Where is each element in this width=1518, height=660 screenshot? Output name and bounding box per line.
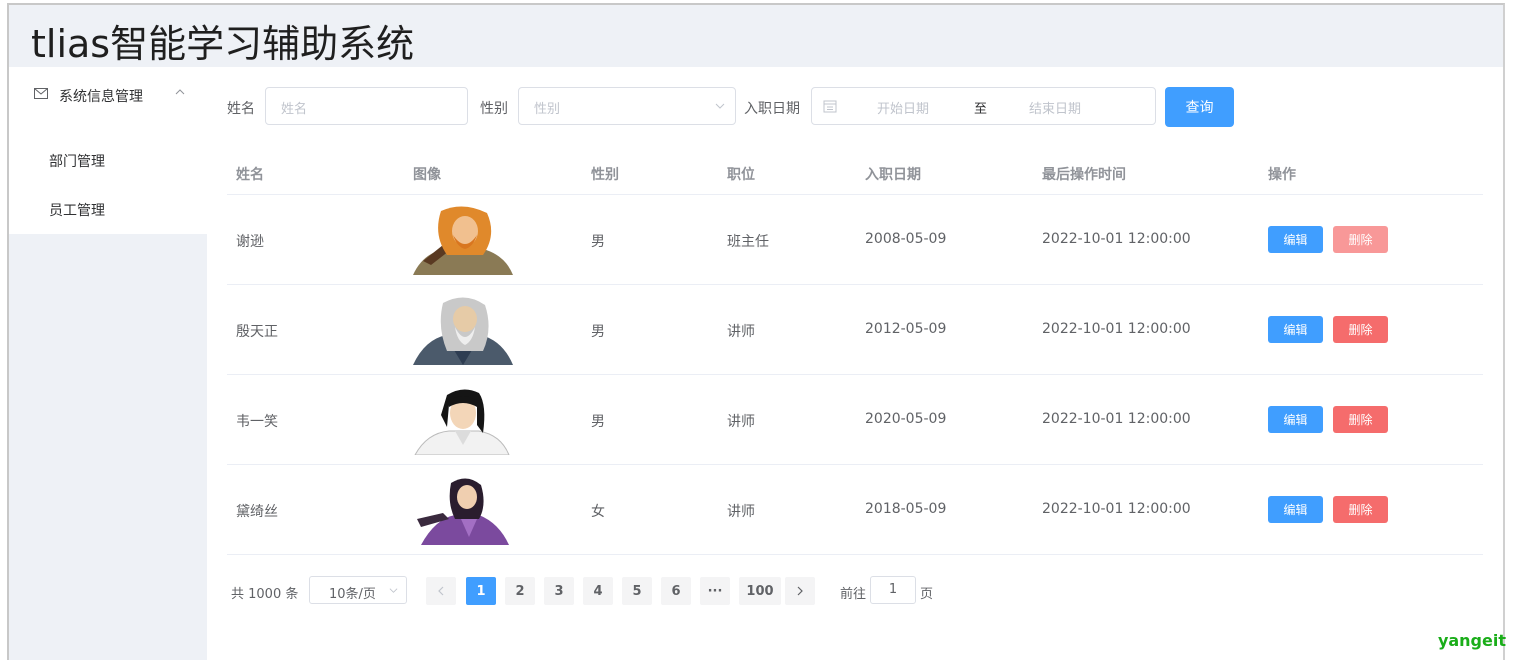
th-actions: 操作 [1268, 167, 1296, 183]
pagination-total: 共 1000 条 [231, 587, 299, 602]
date-range-picker[interactable]: 开始日期 至 结束日期 [811, 87, 1156, 125]
table-row: 殷天正 男 讲师 2012-05-09 2022-10-01 12:00:00 … [227, 285, 1483, 375]
sidebar-item-dept[interactable]: 部门管理 [49, 151, 105, 171]
gender-select[interactable]: 性别 [518, 87, 736, 125]
sidebar: 系统信息管理 部门管理 员工管理 [9, 67, 207, 660]
gender-placeholder: 性别 [534, 102, 561, 117]
table-header: 姓名 图像 性别 职位 入职日期 最后操作时间 操作 [227, 151, 1483, 195]
cell-gender: 男 [591, 324, 605, 340]
th-entry-date: 入职日期 [865, 167, 921, 183]
edit-button[interactable]: 编辑 [1268, 226, 1323, 253]
sidebar-item-emp[interactable]: 员工管理 [49, 200, 105, 220]
cell-entry-date: 2012-05-09 [865, 321, 947, 337]
chevron-right-icon [797, 586, 803, 596]
cell-update-time: 2022-10-01 12:00:00 [1042, 231, 1191, 247]
query-button[interactable]: 查询 [1165, 87, 1234, 127]
edit-button[interactable]: 编辑 [1268, 496, 1323, 523]
orange-haired-warrior-avatar [413, 206, 513, 275]
goto-label: 前往 [840, 587, 867, 602]
cell-gender: 女 [591, 504, 605, 520]
cell-gender: 男 [591, 234, 605, 250]
app-title: tlias智能学习辅助系统 [31, 22, 415, 66]
submenu-label: 系统信息管理 [59, 89, 143, 105]
cell-entry-date: 2020-05-09 [865, 411, 947, 427]
goto-page-input[interactable]: 1 [870, 576, 916, 604]
page-1[interactable]: 1 [466, 577, 496, 605]
chevron-up-icon [175, 89, 185, 95]
next-page-button[interactable] [785, 577, 815, 605]
gender-label: 性别 [480, 101, 508, 117]
cell-update-time: 2022-10-01 12:00:00 [1042, 411, 1191, 427]
delete-button[interactable]: 删除 [1333, 406, 1388, 433]
page-3[interactable]: 3 [544, 577, 574, 605]
cell-job: 讲师 [727, 504, 755, 520]
cell-gender: 男 [591, 414, 605, 430]
th-job: 职位 [727, 167, 755, 183]
range-separator: 至 [974, 102, 988, 117]
cell-update-time: 2022-10-01 12:00:00 [1042, 321, 1191, 337]
black-haired-swordsman-avatar [414, 389, 510, 455]
cell-update-time: 2022-10-01 12:00:00 [1042, 501, 1191, 517]
start-date-placeholder: 开始日期 [877, 102, 930, 117]
name-placeholder: 姓名 [281, 102, 308, 117]
chevron-left-icon [438, 586, 444, 596]
table-row: 谢逊 男 班主任 2008-05-09 2022-10-01 12:00:00 … [227, 195, 1483, 285]
page-suffix: 页 [920, 587, 934, 602]
cell-entry-date: 2008-05-09 [865, 231, 947, 247]
app-header: tlias智能学习辅助系统 [9, 5, 1503, 67]
mail-icon [34, 88, 48, 99]
prev-page-button[interactable] [426, 577, 456, 605]
submenu-system-info[interactable]: 系统信息管理 [9, 67, 207, 123]
cell-job: 班主任 [727, 234, 769, 250]
table-row: 韦一笑 男 讲师 2020-05-09 2022-10-01 12:00:00 … [227, 375, 1483, 465]
th-gender: 性别 [591, 167, 619, 183]
main-content: 姓名 姓名 性别 性别 入职日期 开始日期 至 结束日期 查询 姓名 图像 性别… [207, 67, 1503, 660]
watermark: yangeit [1437, 631, 1506, 650]
cell-job: 讲师 [727, 414, 755, 430]
cell-entry-date: 2018-05-09 [865, 501, 947, 517]
th-image: 图像 [413, 167, 441, 183]
page-6[interactable]: 6 [661, 577, 691, 605]
delete-button[interactable]: 删除 [1333, 496, 1388, 523]
page-100[interactable]: 100 [739, 577, 781, 605]
name-label: 姓名 [227, 101, 255, 117]
date-label: 入职日期 [744, 101, 800, 117]
cell-name: 韦一笑 [236, 414, 278, 430]
name-input[interactable]: 姓名 [265, 87, 468, 125]
th-name: 姓名 [236, 167, 264, 183]
table-row: 黛绮丝 女 讲师 2018-05-09 2022-10-01 12:00:00 … [227, 465, 1483, 555]
calendar-icon [823, 100, 837, 113]
page-2[interactable]: 2 [505, 577, 535, 605]
cell-name: 谢逊 [236, 234, 264, 250]
sidebar-menu: 系统信息管理 部门管理 员工管理 [9, 67, 207, 234]
purple-robed-woman-avatar [417, 478, 509, 545]
page-size-select[interactable]: 10条/页 [309, 576, 407, 604]
gray-haired-elder-avatar [413, 297, 513, 365]
cell-name: 黛绮丝 [236, 504, 278, 520]
delete-button[interactable]: 删除 [1333, 226, 1388, 253]
page-4[interactable]: 4 [583, 577, 613, 605]
edit-button[interactable]: 编辑 [1268, 406, 1323, 433]
more-pages[interactable]: ··· [700, 577, 730, 605]
delete-button[interactable]: 删除 [1333, 316, 1388, 343]
pagination: 共 1000 条 10条/页 1 2 3 4 5 6 ··· 100 前往 1 … [227, 575, 987, 605]
page-5[interactable]: 5 [622, 577, 652, 605]
edit-button[interactable]: 编辑 [1268, 316, 1323, 343]
cell-name: 殷天正 [236, 324, 278, 340]
chevron-down-icon [715, 103, 725, 109]
cell-job: 讲师 [727, 324, 755, 340]
page-size-value: 10条/页 [329, 587, 376, 602]
th-update-time: 最后操作时间 [1042, 167, 1126, 183]
end-date-placeholder: 结束日期 [1029, 102, 1082, 117]
chevron-down-icon [389, 588, 398, 593]
